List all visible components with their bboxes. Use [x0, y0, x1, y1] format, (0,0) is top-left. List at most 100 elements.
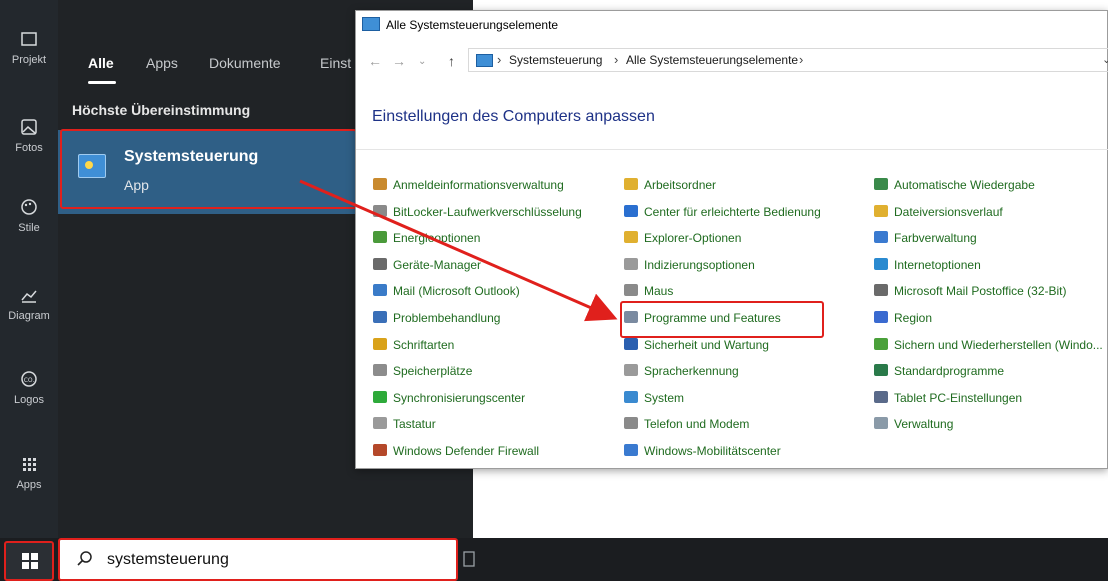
tab-dokumente[interactable]: Dokumente — [209, 55, 281, 71]
control-panel-item-label: Internetoptionen — [894, 257, 981, 272]
control-panel-item-icon — [874, 417, 888, 430]
control-panel-item[interactable]: Synchronisierungscenter — [373, 390, 525, 409]
control-panel-item-label: Sichern und Wiederherstellen (Windo... — [894, 337, 1103, 352]
control-panel-item-label: Telefon und Modem — [644, 417, 750, 432]
control-panel-item-label: Speicherplätze — [393, 364, 473, 379]
result-subtitle: App — [124, 177, 149, 193]
control-panel-item[interactable]: Windows Defender Firewall — [373, 444, 539, 462]
rail-item-stile[interactable]: Stile — [0, 198, 58, 234]
control-panel-item[interactable]: Automatische Wiedergabe — [874, 178, 1035, 196]
control-panel-app-icon — [78, 154, 106, 178]
control-panel-item[interactable]: System — [624, 390, 684, 409]
control-panel-item[interactable]: Sichern und Wiederherstellen (Windo... — [874, 337, 1103, 356]
control-panel-item-icon — [624, 178, 638, 190]
control-panel-item[interactable]: Arbeitsordner — [624, 178, 716, 196]
tab-einstellungen[interactable]: Einst — [320, 55, 351, 71]
rail-label-diagram: Diagram — [8, 310, 50, 322]
control-panel-item-label: Indizierungsoptionen — [644, 257, 755, 272]
result-title[interactable]: Systemsteuerung — [124, 148, 258, 166]
control-panel-item[interactable]: Sicherheit und Wartung — [624, 337, 769, 356]
control-panel-item-icon — [624, 337, 638, 350]
breadcrumb-alle-elemente[interactable]: Alle Systemsteuerungselemente — [626, 53, 798, 67]
control-panel-item-label: Farbverwaltung — [894, 231, 977, 246]
control-panel-item-label: Spracherkennung — [644, 364, 739, 379]
control-panel-item-label: Region — [894, 311, 933, 325]
rail-item-apps[interactable]: Apps — [0, 455, 58, 491]
palette-icon — [0, 198, 58, 220]
control-panel-item[interactable]: Geräte-Manager — [373, 257, 482, 276]
control-panel-item[interactable]: Windows-Mobilitätscenter — [624, 444, 781, 462]
rail-item-logos[interactable]: CO. Logos — [0, 370, 58, 406]
control-panel-item[interactable]: Problembehandlung — [373, 311, 500, 329]
control-panel-item-label: Automatische Wiedergabe — [894, 178, 1035, 192]
tab-alle[interactable]: Alle — [88, 55, 114, 71]
chevron-right-icon: › — [497, 52, 502, 67]
up-arrow-icon[interactable]: ↑ — [448, 53, 455, 69]
page-title: Einstellungen des Computers anpassen — [372, 108, 655, 125]
control-panel-item-icon — [373, 231, 387, 244]
control-panel-item-icon — [624, 390, 638, 403]
control-panel-item[interactable]: Spracherkennung — [624, 364, 739, 382]
recent-dropdown-icon[interactable]: ⌄ — [418, 56, 426, 67]
control-panel-item[interactable]: Tablet PC-Einstellungen — [874, 390, 1022, 409]
control-panel-item-icon — [874, 364, 888, 377]
control-panel-item[interactable]: Microsoft Mail Postoffice (32-Bit) — [874, 284, 1067, 302]
rail-label-apps: Apps — [16, 479, 42, 491]
control-panel-item[interactable]: Indizierungsoptionen — [624, 257, 755, 276]
divider — [356, 149, 1108, 150]
folder-icon — [0, 30, 58, 52]
rail-item-projekt[interactable]: Projekt — [0, 30, 58, 66]
control-panel-item[interactable]: Telefon und Modem — [624, 417, 749, 435]
breadcrumb-systemsteuerung[interactable]: Systemsteuerung — [509, 53, 602, 67]
control-panel-item[interactable]: Speicherplätze — [373, 364, 472, 382]
logo-icon: CO. — [0, 370, 58, 392]
back-arrow-icon[interactable]: ← — [368, 53, 382, 69]
rail-item-fotos[interactable]: Fotos — [0, 118, 58, 154]
control-panel-item[interactable]: Region — [874, 311, 932, 329]
control-panel-item-icon — [624, 204, 638, 217]
control-panel-item-label: Center für erleichterte Bedienung — [644, 204, 821, 219]
control-panel-item[interactable]: Maus — [624, 284, 673, 302]
control-panel-item-icon — [624, 417, 638, 430]
window-title-bar: Alle Systemsteuerungselemente — [362, 17, 558, 35]
rail-label-stile: Stile — [18, 222, 40, 234]
control-panel-item[interactable]: Center für erleichterte Bedienung — [624, 204, 821, 223]
forward-arrow-icon[interactable]: → — [392, 53, 406, 69]
image-icon — [0, 118, 58, 140]
control-panel-item-label: Sicherheit und Wartung — [644, 337, 769, 352]
start-button[interactable] — [4, 541, 54, 581]
control-panel-item[interactable]: Farbverwaltung — [874, 231, 977, 249]
control-panel-item-label: Geräte-Manager — [393, 257, 482, 272]
control-panel-item-label: Energieoptionen — [393, 231, 481, 246]
control-panel-item[interactable]: Standardprogramme — [874, 364, 1004, 382]
control-panel-item-icon — [874, 311, 888, 323]
chevron-down-icon[interactable]: ⌄ — [1102, 53, 1108, 66]
control-panel-item[interactable]: Anmeldeinformationsverwaltung — [373, 178, 564, 196]
control-panel-item[interactable]: Schriftarten — [373, 337, 455, 356]
rail-item-diagram[interactable]: Diagram — [0, 286, 58, 322]
control-panel-item[interactable]: Verwaltung — [874, 417, 953, 435]
control-panel-item[interactable]: BitLocker-Laufwerkverschlüsselung — [373, 204, 582, 223]
tab-apps[interactable]: Apps — [146, 55, 178, 71]
control-panel-item-label: Schriftarten — [393, 337, 455, 352]
control-panel-item[interactable]: Tastatur — [373, 417, 436, 435]
control-panel-item-icon — [874, 284, 888, 297]
task-view-icon[interactable] — [462, 548, 482, 572]
control-panel-item-label: BitLocker-Laufwerkverschlüsselung — [393, 204, 582, 219]
apps-grid-icon — [0, 455, 58, 477]
taskbar-search-box[interactable]: systemsteuerung — [58, 538, 458, 581]
control-panel-item[interactable]: Internetoptionen — [874, 257, 981, 276]
control-panel-item[interactable]: Dateiversionsverlauf — [874, 204, 1003, 223]
control-panel-item-icon — [373, 444, 387, 456]
chart-icon — [0, 286, 58, 308]
control-panel-item-label: Maus — [644, 284, 674, 299]
control-panel-item[interactable]: Mail (Microsoft Outlook) — [373, 284, 520, 302]
rail-label-fotos: Fotos — [15, 142, 43, 154]
control-panel-item[interactable]: Explorer-Optionen — [624, 231, 741, 249]
active-tab-indicator — [88, 81, 116, 84]
control-panel-item-icon — [874, 257, 888, 270]
search-input[interactable]: systemsteuerung — [107, 551, 229, 569]
control-panel-item[interactable]: Energieoptionen — [373, 231, 480, 249]
navigation-row: ← → ⌄ ↑ › Systemsteuerung › Alle Systems… — [356, 45, 1108, 75]
address-bar[interactable]: › Systemsteuerung › Alle Systemsteuerung… — [468, 48, 1108, 72]
